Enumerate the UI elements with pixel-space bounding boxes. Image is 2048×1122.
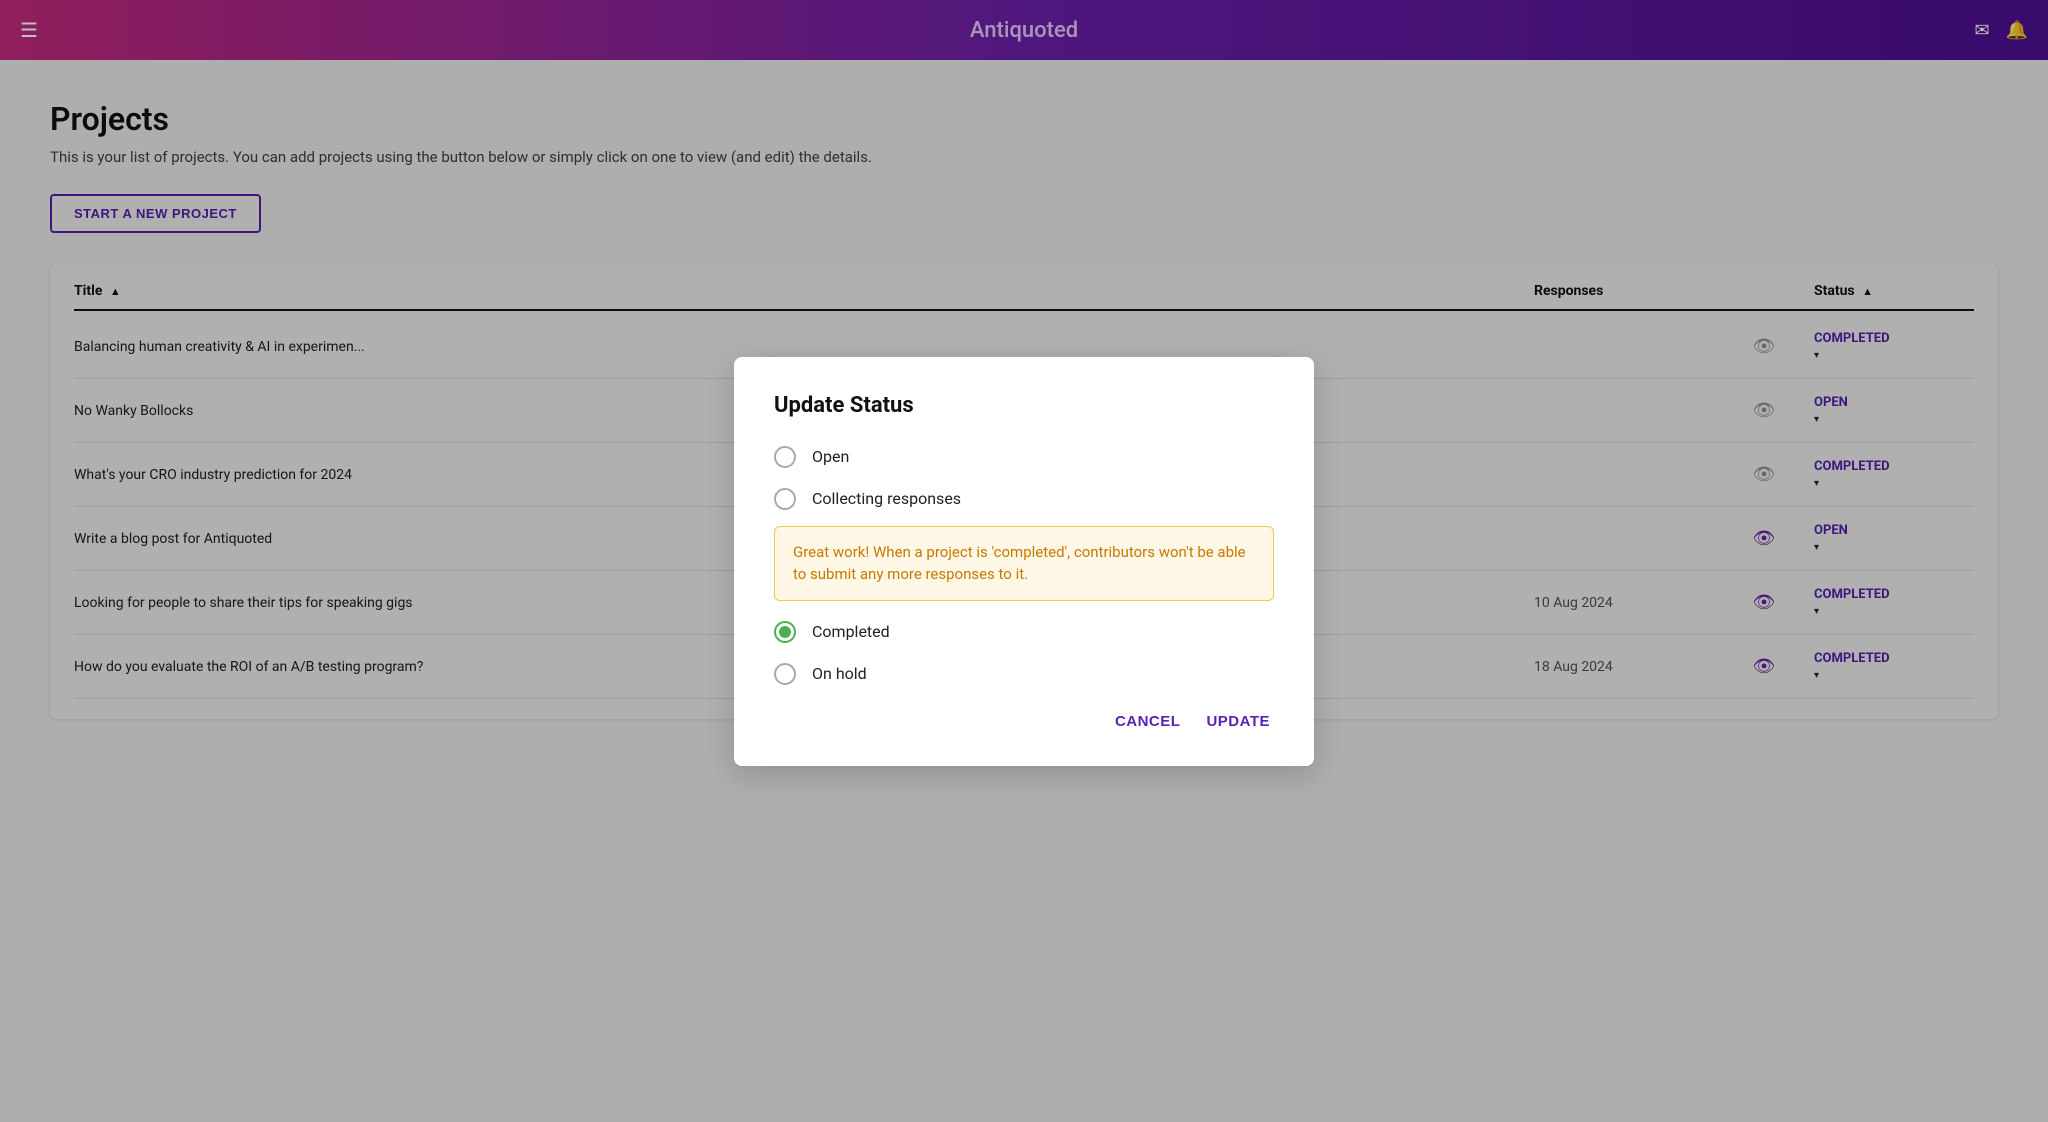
completed-warning-box: Great work! When a project is 'completed… (774, 526, 1274, 601)
radio-option-onhold[interactable]: On hold (774, 663, 1274, 685)
radio-onhold-label: On hold (812, 664, 867, 683)
radio-option-completed[interactable]: Completed (774, 621, 1274, 643)
modal-title: Update Status (774, 393, 1274, 418)
radio-option-open[interactable]: Open (774, 446, 1274, 468)
radio-collecting-label: Collecting responses (812, 489, 961, 508)
radio-completed-label: Completed (812, 622, 890, 641)
completed-warning-text: Great work! When a project is 'completed… (793, 543, 1246, 584)
radio-onhold-circle[interactable] (774, 663, 796, 685)
radio-open-circle[interactable] (774, 446, 796, 468)
radio-open-label: Open (812, 447, 849, 466)
radio-completed-circle[interactable] (774, 621, 796, 643)
radio-collecting-circle[interactable] (774, 488, 796, 510)
radio-option-collecting[interactable]: Collecting responses (774, 488, 1274, 510)
update-button[interactable]: UPDATE (1202, 705, 1274, 738)
modal-actions: CANCEL UPDATE (774, 705, 1274, 738)
update-status-modal: Update Status Open Collecting responses … (734, 357, 1314, 766)
cancel-button[interactable]: CANCEL (1111, 705, 1185, 738)
modal-overlay[interactable]: Update Status Open Collecting responses … (0, 0, 2048, 1122)
